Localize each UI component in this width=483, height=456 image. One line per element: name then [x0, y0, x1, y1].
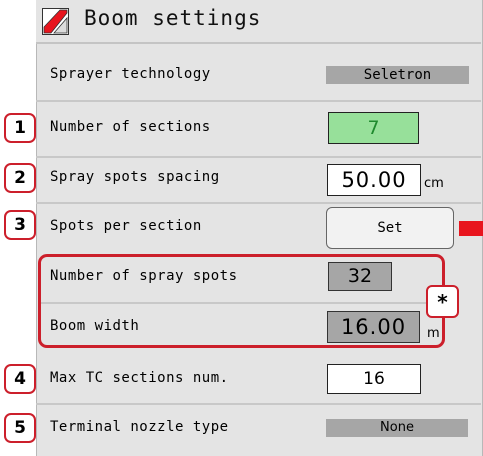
boom-width-value: 16.00 — [327, 311, 420, 343]
page-title: Boom settings — [84, 6, 262, 30]
spray-spots-spacing-field[interactable]: 50.00 — [327, 164, 421, 196]
callout-marker-4: 4 — [4, 364, 36, 394]
callout-marker-1: 1 — [4, 113, 36, 143]
number-of-spray-spots-value: 32 — [328, 262, 392, 291]
spray-spots-spacing-unit: cm — [424, 176, 444, 191]
terminal-nozzle-type-value: None — [326, 419, 468, 437]
number-of-sections-label: Number of sections — [50, 119, 211, 135]
boom-width-unit: m — [427, 326, 440, 341]
terminal-nozzle-type-label: Terminal nozzle type — [50, 419, 229, 435]
callout-marker-3: 3 — [4, 210, 36, 240]
row-divider — [36, 100, 481, 102]
spots-per-section-set-button[interactable]: Set — [326, 207, 454, 249]
asterisk-callout-marker: * — [426, 285, 459, 318]
callout-marker-2: 2 — [4, 163, 36, 193]
red-indicator-tab — [459, 221, 483, 236]
max-tc-sections-field[interactable]: 16 — [327, 364, 421, 394]
number-of-spray-spots-label: Number of spray spots — [50, 268, 238, 284]
sprayer-technology-label: Sprayer technology — [50, 66, 211, 82]
max-tc-sections-label: Max TC sections num. — [50, 370, 229, 386]
red-slash-logo-icon — [42, 8, 69, 35]
sprayer-technology-value: Seletron — [326, 66, 469, 84]
number-of-sections-field[interactable]: 7 — [328, 112, 419, 144]
spray-spots-spacing-label: Spray spots spacing — [50, 169, 220, 185]
row-divider — [36, 403, 481, 405]
callout-marker-5: 5 — [4, 413, 36, 443]
boom-width-label: Boom width — [50, 318, 140, 334]
spots-per-section-label: Spots per section — [50, 218, 202, 234]
row-divider — [41, 302, 442, 304]
row-divider — [36, 156, 481, 158]
page-header: Boom settings — [36, 0, 481, 44]
row-divider — [36, 202, 481, 204]
